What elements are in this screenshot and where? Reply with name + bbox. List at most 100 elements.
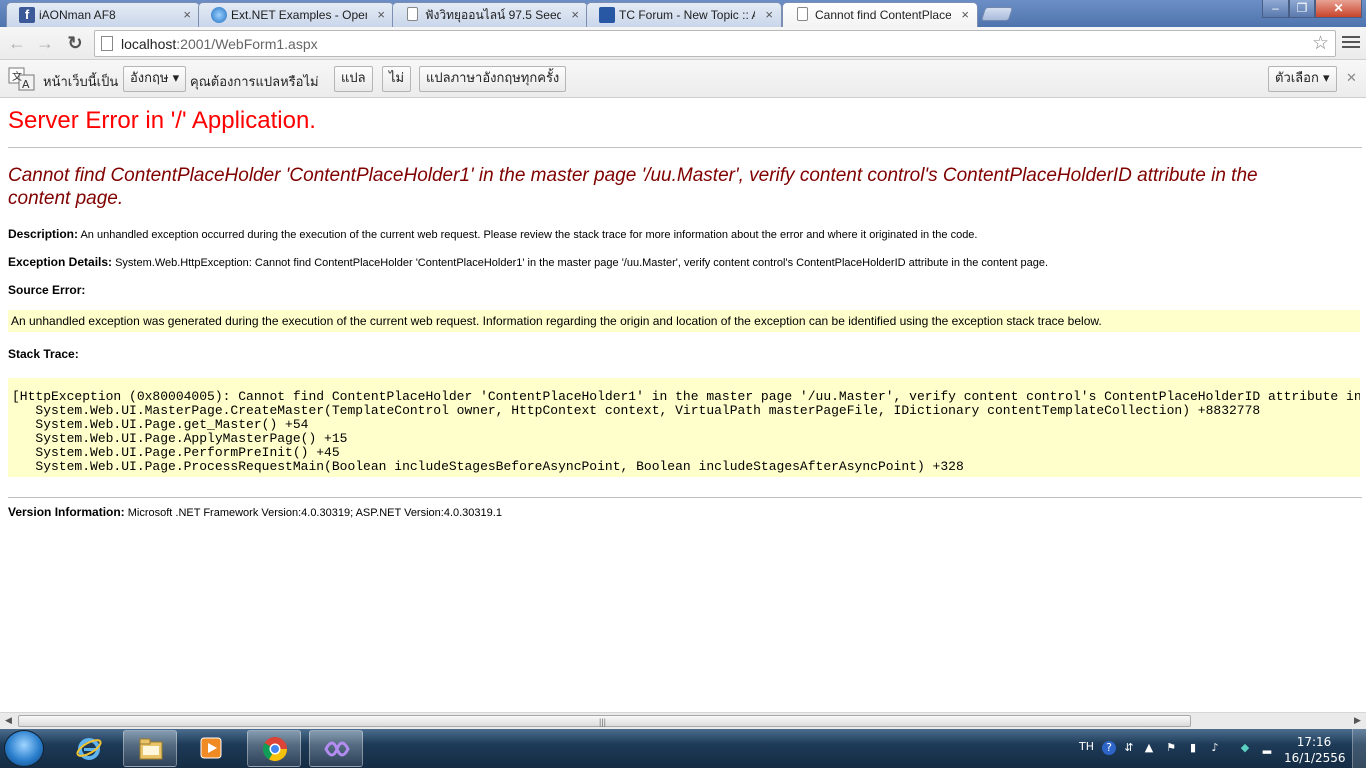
url-host: localhost xyxy=(121,36,177,52)
menu-icon[interactable] xyxy=(1342,33,1360,51)
translate-icon: 文 A xyxy=(8,67,35,91)
show-desktop-button[interactable] xyxy=(1352,729,1366,768)
minimize-button[interactable]: – xyxy=(1262,0,1289,18)
forward-icon[interactable]: → xyxy=(34,33,56,55)
new-tab-button[interactable] xyxy=(980,7,1014,21)
options-dropdown[interactable]: ตัวเลือก ▾ xyxy=(1268,66,1337,92)
error-title: Server Error in '/' Application. xyxy=(8,107,316,134)
language-dropdown[interactable]: อังกฤษ ▾ xyxy=(123,66,187,92)
close-translate-icon[interactable]: ✕ xyxy=(1346,71,1357,86)
stack-trace: Stack Trace: xyxy=(8,347,79,361)
forum-icon xyxy=(599,7,615,23)
tab-strip: f iAONman AF8 × Ext.NET Examples - Open … xyxy=(0,0,1366,27)
internet-explorer-icon xyxy=(76,738,102,760)
tab-close-icon[interactable]: × xyxy=(377,3,385,27)
tab-title: Ext.NET Examples - Open Source ASP.NET (… xyxy=(231,8,367,22)
stack-line: System.Web.UI.Page.ApplyMasterPage() +15 xyxy=(12,431,348,446)
bookmark-star-icon[interactable]: ☆ xyxy=(1312,32,1329,55)
exception-text: System.Web.HttpException: Cannot find Co… xyxy=(112,257,1049,269)
dropbox-icon[interactable]: ◆ xyxy=(1238,741,1252,755)
volume-icon[interactable]: ♪ xyxy=(1208,741,1222,755)
url-text: localhost:2001/WebForm1.aspx xyxy=(121,36,318,52)
exception-label: Exception Details: xyxy=(8,255,113,269)
visual-studio-icon xyxy=(324,741,350,757)
source-error: Source Error: xyxy=(8,283,85,297)
tab-close-icon[interactable]: × xyxy=(183,3,191,27)
svg-text:文: 文 xyxy=(12,70,22,83)
tab-title: Cannot find ContentPlaceHolder xyxy=(815,8,951,22)
tab-tcforum[interactable]: TC Forum - New Topic :: ASP.NET × xyxy=(586,2,782,27)
page-icon xyxy=(797,7,808,21)
url-path: :2001/WebForm1.aspx xyxy=(176,36,318,52)
version-information: Version Information: Microsoft .NET Fram… xyxy=(8,505,502,519)
back-icon[interactable]: ← xyxy=(6,33,28,55)
clock[interactable]: 17:16 16/1/2556 xyxy=(1284,734,1346,766)
network-icon[interactable]: ⇵ xyxy=(1122,741,1136,755)
signal-icon[interactable]: ▂ xyxy=(1260,741,1274,755)
scroll-right-icon[interactable]: ▶ xyxy=(1354,715,1361,726)
translate-bar: 文 A หน้าเว็บนี้เป็น อังกฤษ ▾ คุณต้องการแ… xyxy=(0,60,1366,98)
tab-close-icon[interactable]: × xyxy=(765,3,773,27)
system-tray: TH ? ⇵ ▲ ⚑ ▮ ♪ ◆ ▂ 17:16 16/1/2556 xyxy=(1066,729,1366,768)
exception-details: Exception Details: System.Web.HttpExcept… xyxy=(8,255,1048,269)
no-translate-button[interactable]: ไม่ xyxy=(382,66,412,92)
taskbar-media-player[interactable] xyxy=(184,730,238,767)
source-error-text: An unhandled exception was generated dur… xyxy=(11,314,1102,328)
browser-toolbar: ← → ↻ localhost:2001/WebForm1.aspx ☆ xyxy=(0,27,1366,60)
scrollbar-grip: ||| xyxy=(599,717,607,727)
taskbar-chrome[interactable] xyxy=(247,730,301,767)
media-player-icon xyxy=(200,737,222,759)
divider xyxy=(8,497,1362,498)
description-label: Description: xyxy=(8,227,79,241)
page-icon xyxy=(407,7,418,21)
power-icon[interactable]: ▮ xyxy=(1186,741,1200,755)
page-icon xyxy=(101,36,113,51)
clock-time: 17:16 xyxy=(1296,735,1332,749)
version-label: Version Information: xyxy=(8,505,125,519)
tab-title: iAONman AF8 xyxy=(39,8,116,22)
stack-line: System.Web.UI.MasterPage.CreateMaster(Te… xyxy=(12,403,1261,418)
tab-seedfm[interactable]: ฟังวิทยุออนไลน์ 97.5 Seed FM × xyxy=(392,2,588,27)
svg-text:A: A xyxy=(22,78,30,91)
extnet-icon xyxy=(211,7,227,23)
close-window-button[interactable]: ✕ xyxy=(1315,0,1362,18)
arrow-up-icon[interactable]: ▲ xyxy=(1142,741,1156,755)
tab-title: TC Forum - New Topic :: ASP.NET xyxy=(619,8,755,22)
stack-line: System.Web.UI.Page.PerformPreInit() +45 xyxy=(12,445,340,460)
taskbar-internet-explorer[interactable] xyxy=(62,730,116,767)
tab-iaonman[interactable]: f iAONman AF8 × xyxy=(6,2,200,27)
page-content: Server Error in '/' Application. Cannot … xyxy=(0,98,1362,712)
flag-icon[interactable]: ⚑ xyxy=(1164,741,1178,755)
source-label: Source Error: xyxy=(8,283,86,297)
tab-title: ฟังวิทยุออนไลน์ 97.5 Seed FM xyxy=(425,8,561,22)
scrollbar-thumb[interactable]: ||| xyxy=(18,715,1191,727)
horizontal-scrollbar[interactable]: ◀ ||| ▶ xyxy=(0,712,1366,729)
clock-date: 16/1/2556 xyxy=(1284,751,1346,765)
taskbar-file-explorer[interactable] xyxy=(123,730,177,767)
translate-button[interactable]: แปล xyxy=(334,66,373,92)
description-text: An unhandled exception occurred during t… xyxy=(78,229,978,241)
tab-close-icon[interactable]: × xyxy=(961,3,969,27)
source-error-box: An unhandled exception was generated dur… xyxy=(8,310,1360,332)
tab-error-page[interactable]: Cannot find ContentPlaceHolder × xyxy=(782,2,978,27)
tab-close-icon[interactable]: × xyxy=(571,3,579,27)
help-icon[interactable]: ? xyxy=(1102,741,1116,755)
stack-trace-box: [HttpException (0x80004005): Cannot find… xyxy=(8,378,1360,477)
divider xyxy=(8,147,1362,148)
stack-line: System.Web.UI.Page.get_Master() +54 xyxy=(12,417,309,432)
taskbar-visual-studio[interactable] xyxy=(309,730,363,767)
reload-icon[interactable]: ↻ xyxy=(64,33,86,55)
always-translate-button[interactable]: แปลภาษาอังกฤษทุกครั้ง xyxy=(419,66,567,92)
stack-line: System.Web.UI.Page.ProcessRequestMain(Bo… xyxy=(12,459,964,474)
description: Description: An unhandled exception occu… xyxy=(8,227,978,241)
restore-button[interactable]: ❐ xyxy=(1289,0,1315,18)
start-button[interactable] xyxy=(4,730,44,767)
tab-extnet[interactable]: Ext.NET Examples - Open Source ASP.NET (… xyxy=(198,2,394,27)
address-bar[interactable]: localhost:2001/WebForm1.aspx ☆ xyxy=(94,30,1336,57)
stack-line: [HttpException (0x80004005): Cannot find… xyxy=(12,389,1360,404)
scroll-left-icon[interactable]: ◀ xyxy=(5,715,12,726)
translate-question: คุณต้องการแปลหรือไม่ xyxy=(190,75,319,90)
translate-prefix: หน้าเว็บนี้เป็น xyxy=(43,75,119,90)
language-indicator[interactable]: TH xyxy=(1079,740,1094,753)
chrome-icon xyxy=(262,737,287,762)
